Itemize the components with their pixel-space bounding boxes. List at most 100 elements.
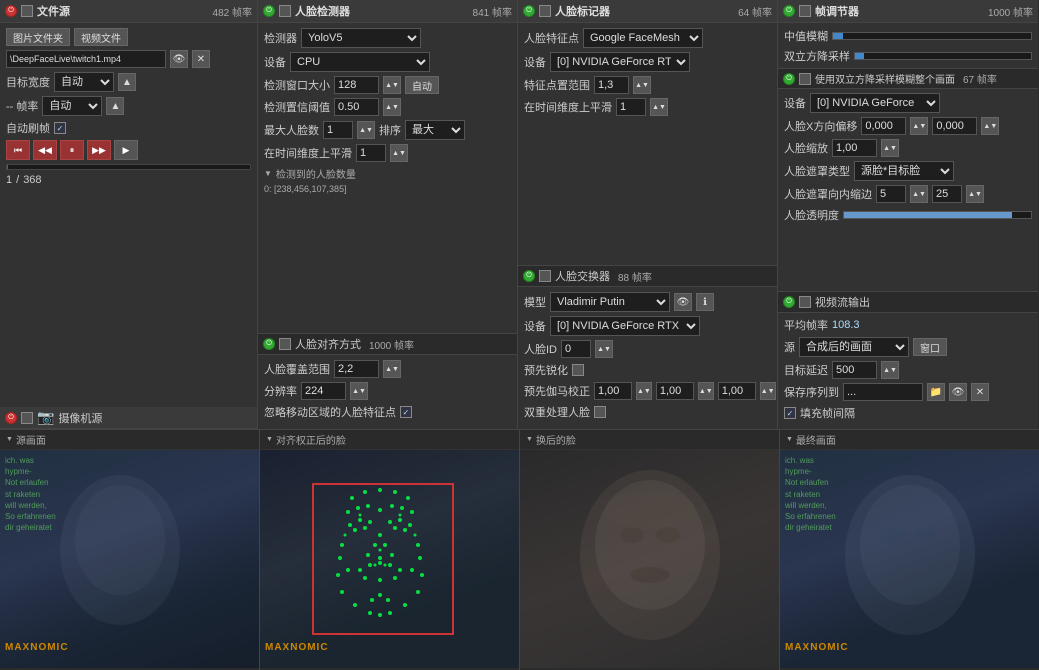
threshold-spinner[interactable]: ▲▼ bbox=[383, 98, 401, 116]
transport-rewind[interactable]: ◀◀ bbox=[33, 140, 57, 160]
bilateral-slider[interactable] bbox=[854, 52, 1032, 60]
face-detector-power[interactable]: ⏻ bbox=[263, 5, 275, 17]
x-offset-input[interactable] bbox=[861, 117, 906, 135]
ignore-moving-checkbox[interactable]: ✓ bbox=[400, 406, 412, 418]
face-id-input[interactable] bbox=[561, 340, 591, 358]
y-offset-input[interactable] bbox=[932, 117, 977, 135]
face-swap-checkbox[interactable] bbox=[539, 270, 551, 282]
scale-spinner[interactable]: ▲▼ bbox=[881, 139, 899, 157]
mask-type-select[interactable]: 源脸*目标脸 bbox=[854, 161, 954, 181]
transport-prev-start[interactable]: ⏮ bbox=[6, 140, 30, 160]
auto-feed-row: 自动刷帧 ✓ bbox=[6, 120, 251, 136]
transport-forward[interactable]: ▶▶ bbox=[87, 140, 111, 160]
save-close-icon[interactable]: ✕ bbox=[971, 383, 989, 401]
range-input[interactable] bbox=[594, 76, 629, 94]
face-id-spinner[interactable]: ▲▼ bbox=[595, 340, 613, 358]
r1-spinner[interactable]: ▲▼ bbox=[636, 382, 652, 400]
delay-input[interactable] bbox=[832, 361, 877, 379]
threshold-input[interactable] bbox=[334, 98, 379, 116]
scale-input[interactable] bbox=[832, 139, 877, 157]
pre-sharpen-checkbox[interactable] bbox=[572, 364, 584, 376]
sort-select[interactable]: 最大 bbox=[405, 120, 465, 140]
target-width-up[interactable]: ▲ bbox=[118, 73, 136, 91]
blur-input[interactable] bbox=[932, 185, 962, 203]
close-file-icon[interactable]: ✕ bbox=[192, 50, 210, 68]
file-source-checkbox[interactable] bbox=[21, 5, 33, 17]
window-btn[interactable]: 窗口 bbox=[913, 338, 947, 356]
aligned-maxnomic-logo: MAXNOMIC bbox=[265, 642, 329, 653]
smooth-spinner[interactable]: ▲▼ bbox=[390, 144, 408, 162]
source-preview-label: 源画面 bbox=[0, 430, 259, 450]
stream-source-select[interactable]: 合成后的画面 bbox=[799, 337, 909, 357]
inside-input[interactable] bbox=[876, 185, 906, 203]
face-marker-power[interactable]: ⏻ bbox=[523, 5, 535, 17]
auto-feed-checkbox[interactable]: ✓ bbox=[54, 122, 66, 134]
resolution-spinner[interactable]: ▲▼ bbox=[350, 382, 368, 400]
marker-smooth-input[interactable] bbox=[616, 98, 646, 116]
adjuster-power[interactable]: ⏻ bbox=[783, 5, 795, 17]
max-faces-input[interactable] bbox=[323, 121, 353, 139]
model-info-icon[interactable]: ℹ bbox=[696, 293, 714, 311]
opacity-slider[interactable] bbox=[843, 211, 1032, 219]
tab-video-file[interactable]: 视频文件 bbox=[74, 28, 128, 46]
dual-checkbox[interactable] bbox=[594, 406, 606, 418]
median-slider[interactable] bbox=[832, 32, 1032, 40]
camera-checkbox[interactable] bbox=[21, 412, 33, 424]
save-eye-icon[interactable]: 👁 bbox=[949, 383, 967, 401]
window-size-spinner-up[interactable]: ▲▼ bbox=[383, 76, 401, 94]
face-swap-power[interactable]: ⏻ bbox=[523, 270, 535, 282]
model-select[interactable]: Vladimir Putin bbox=[550, 292, 670, 312]
fps-up[interactable]: ▲ bbox=[106, 97, 124, 115]
marker-device-select[interactable]: [0] NVIDIA GeForce RTX 3 bbox=[550, 52, 690, 72]
coverage-spinner[interactable]: ▲▼ bbox=[383, 360, 401, 378]
bilateral-device-row: 设备 [0] NVIDIA GeForce bbox=[784, 93, 1032, 113]
eye-icon[interactable]: 👁 bbox=[170, 50, 188, 68]
r2-spinner[interactable]: ▲▼ bbox=[698, 382, 714, 400]
max-faces-spinner[interactable]: ▲▼ bbox=[357, 121, 375, 139]
r3-spinner[interactable]: ▲▼ bbox=[760, 382, 776, 400]
auto-btn[interactable]: 自动 bbox=[405, 76, 439, 94]
transport-play[interactable]: ▶ bbox=[114, 140, 138, 160]
fps-select[interactable]: 自动 bbox=[42, 96, 102, 116]
face-align-power[interactable]: ⏻ bbox=[263, 338, 275, 350]
file-path-input[interactable] bbox=[6, 50, 166, 68]
save-folder-icon[interactable]: 📁 bbox=[927, 383, 945, 401]
stream-power[interactable]: ⏻ bbox=[783, 296, 795, 308]
restore-input-2[interactable] bbox=[656, 382, 694, 400]
smooth-input[interactable] bbox=[356, 144, 386, 162]
use-bilateral-checkbox[interactable] bbox=[799, 73, 811, 85]
target-width-select[interactable]: 自动 bbox=[54, 72, 114, 92]
landmark-select[interactable]: Google FaceMesh bbox=[583, 28, 703, 48]
model-eye-icon[interactable]: 👁 bbox=[674, 293, 692, 311]
delay-spinner[interactable]: ▲▼ bbox=[881, 361, 899, 379]
face-marker-checkbox[interactable] bbox=[539, 5, 551, 17]
window-size-input[interactable] bbox=[334, 76, 379, 94]
face-align-checkbox[interactable] bbox=[279, 338, 291, 350]
fill-gaps-checkbox[interactable]: ✓ bbox=[784, 407, 796, 419]
save-path-input[interactable] bbox=[843, 383, 923, 401]
progress-bar-container[interactable] bbox=[6, 164, 251, 170]
y-spinner[interactable]: ▲▼ bbox=[981, 117, 999, 135]
inside-spinner[interactable]: ▲▼ bbox=[910, 185, 928, 203]
blur-spinner[interactable]: ▲▼ bbox=[966, 185, 984, 203]
resolution-input[interactable] bbox=[301, 382, 346, 400]
x-spinner[interactable]: ▲▼ bbox=[910, 117, 928, 135]
range-spinner[interactable]: ▲▼ bbox=[633, 76, 651, 94]
opacity-row: 人脸透明度 bbox=[784, 207, 1032, 223]
use-bilateral-power[interactable]: ⏻ bbox=[783, 73, 795, 85]
detector-device-select[interactable]: CPU bbox=[290, 52, 430, 72]
coverage-input[interactable] bbox=[334, 360, 379, 378]
transport-pause[interactable]: ⏸ bbox=[60, 140, 84, 160]
camera-power[interactable]: ⏻ bbox=[5, 412, 17, 424]
restore-input-1[interactable] bbox=[594, 382, 632, 400]
marker-smooth-spinner[interactable]: ▲▼ bbox=[650, 98, 668, 116]
adjuster-checkbox[interactable] bbox=[799, 5, 811, 17]
restore-input-3[interactable] bbox=[718, 382, 756, 400]
stream-checkbox[interactable] bbox=[799, 296, 811, 308]
face-detector-checkbox[interactable] bbox=[279, 5, 291, 17]
file-source-power[interactable]: ⏻ bbox=[5, 5, 17, 17]
bilateral-device-select[interactable]: [0] NVIDIA GeForce bbox=[810, 93, 940, 113]
detector-select[interactable]: YoloV5 bbox=[301, 28, 421, 48]
tab-image-folder[interactable]: 图片文件夹 bbox=[6, 28, 70, 46]
swap-device-select[interactable]: [0] NVIDIA GeForce RTX bbox=[550, 316, 700, 336]
